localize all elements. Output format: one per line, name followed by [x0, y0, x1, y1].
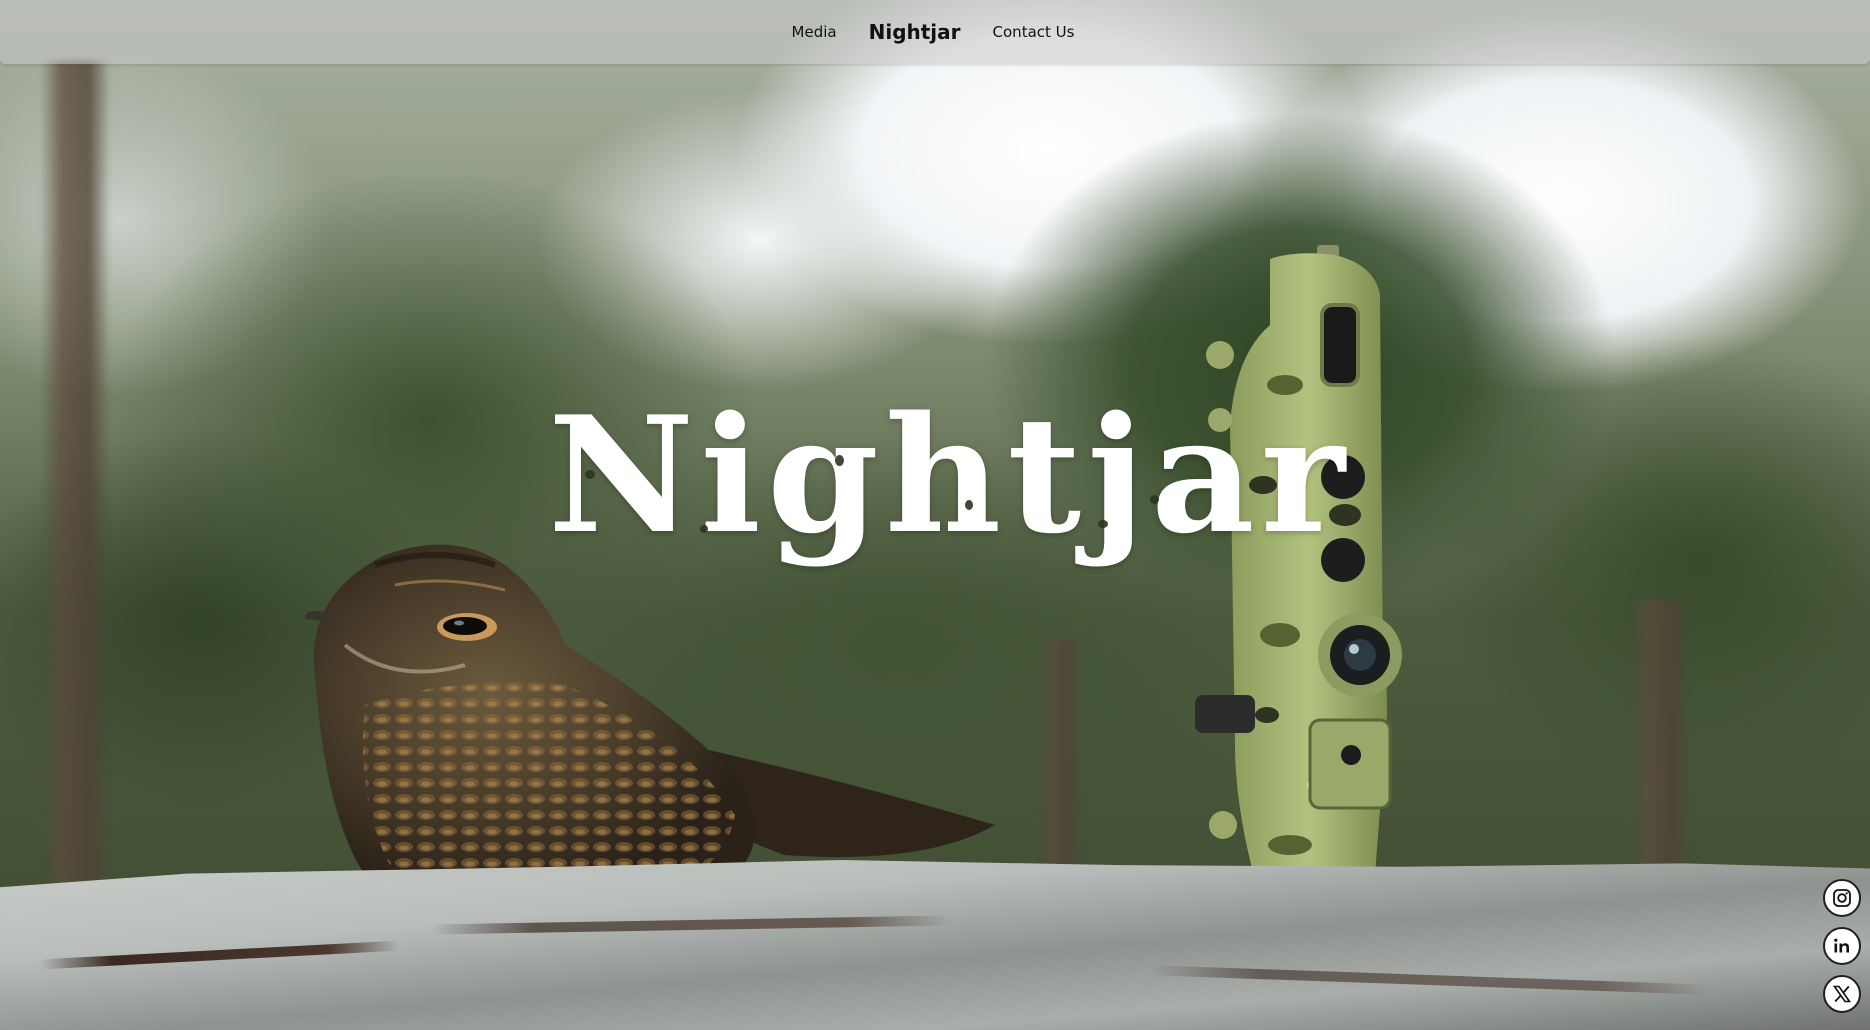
title-distress-mark [835, 455, 844, 466]
title-distress-mark [700, 525, 708, 533]
x-twitter-button[interactable] [1823, 975, 1861, 1013]
nav-brand-logo[interactable]: Nightjar [869, 20, 961, 44]
linkedin-icon [1832, 936, 1852, 956]
title-distress-mark [1098, 520, 1108, 528]
instagram-button[interactable] [1823, 879, 1861, 917]
top-navigation-bar: Media Nightjar Contact Us [0, 0, 1870, 64]
hero-section: Nightjar Media Nightjar Contact Us [0, 0, 1870, 1030]
x-icon [1832, 984, 1852, 1004]
linkedin-button[interactable] [1823, 927, 1861, 965]
nav-link-contact-us[interactable]: Contact Us [993, 23, 1075, 41]
title-distress-mark [1150, 495, 1159, 504]
title-distress-mark [965, 500, 973, 510]
instagram-icon [1832, 888, 1852, 908]
title-distress-mark [585, 470, 595, 479]
nav-link-media[interactable]: Media [792, 23, 837, 41]
hero-title: Nightjar [548, 381, 1351, 569]
nav-links: Media Nightjar Contact Us [0, 0, 1870, 64]
hero-title-container: Nightjar [0, 0, 1870, 1030]
